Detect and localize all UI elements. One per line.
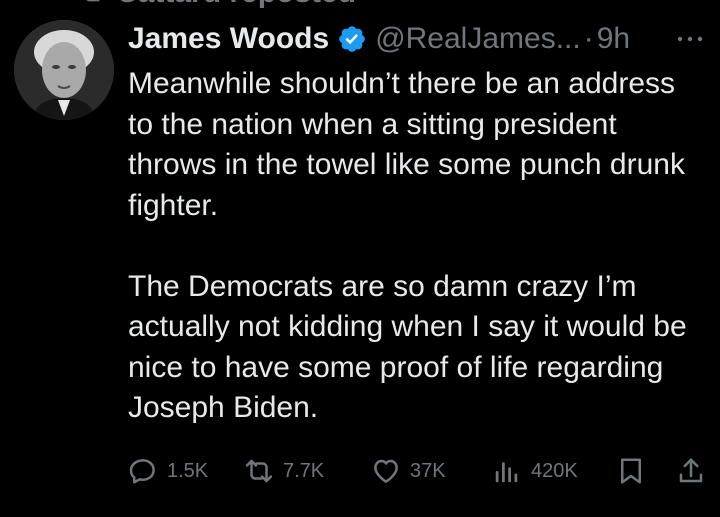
verified-badge-icon[interactable] <box>337 24 367 54</box>
retweet-button[interactable]: 7.7K <box>244 452 324 490</box>
avatar[interactable] <box>14 20 114 120</box>
reply-button[interactable]: 1.5K <box>128 452 208 490</box>
retweet-count: 7.7K <box>283 459 325 482</box>
separator-dot: · <box>583 22 594 55</box>
tweet-header: James Woods @RealJames... · 9h <box>128 18 630 60</box>
like-icon <box>374 459 398 483</box>
repost-context[interactable]: Cattard reposted <box>78 0 356 10</box>
bookmark-icon <box>621 458 641 484</box>
tweet-text: Meanwhile shouldn’t there be an address … <box>128 64 708 429</box>
author-handle[interactable]: @RealJames... <box>375 22 581 56</box>
share-button[interactable] <box>676 452 706 490</box>
tweet-paragraph: The Democrats are so damn crazy I’m actu… <box>128 269 687 425</box>
share-icon <box>679 458 703 483</box>
action-bar: 1.5K 7.7K 37K 420K <box>128 452 710 490</box>
more-icon[interactable] <box>674 30 706 48</box>
like-count: 37K <box>410 459 446 482</box>
reply-count: 1.5K <box>167 459 209 482</box>
avatar-photo <box>14 20 114 120</box>
views-icon <box>495 462 518 483</box>
retweet-icon <box>245 459 273 483</box>
views-count: 420K <box>531 459 578 482</box>
repost-context-text: Cattard reposted <box>116 0 356 10</box>
timestamp[interactable]: 9h <box>597 22 630 56</box>
reply-icon <box>129 459 155 484</box>
author-display-name[interactable]: James Woods <box>128 22 329 56</box>
views-button[interactable]: 420K <box>492 452 578 490</box>
bookmark-button[interactable] <box>616 452 646 490</box>
tweet-paragraph: Meanwhile shouldn’t there be an address … <box>128 67 685 222</box>
repost-icon <box>86 0 100 2</box>
like-button[interactable]: 37K <box>371 452 446 490</box>
